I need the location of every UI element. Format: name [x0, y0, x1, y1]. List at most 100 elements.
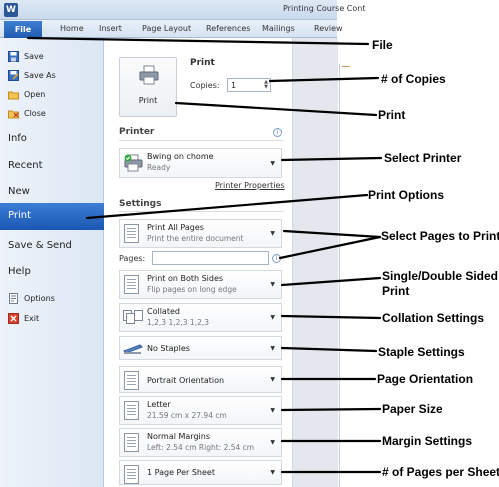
- paper-size-dropdown[interactable]: Letter 21.59 cm x 27.94 cm ▼: [119, 396, 282, 425]
- nav-exit[interactable]: Exit: [8, 313, 39, 324]
- nav-print-label: Print: [8, 210, 32, 221]
- document-pages-icon: [124, 224, 139, 243]
- preview-page-margin-mark: [342, 66, 350, 67]
- staple-label: No Staples: [147, 344, 190, 353]
- chevron-down-icon: ▼: [270, 281, 275, 288]
- nav-save-as[interactable]: Save As: [8, 70, 56, 81]
- print-range-label: Print All Pages: [147, 223, 204, 232]
- orientation-label: Portrait Orientation: [147, 376, 225, 385]
- nav-close[interactable]: Close: [8, 108, 46, 119]
- tab-review[interactable]: Review: [314, 24, 343, 33]
- collation-label: Collated: [147, 307, 180, 316]
- annotation-margins: Margin Settings: [382, 434, 473, 448]
- annotation-select-printer: Select Printer: [384, 151, 462, 165]
- annotation-sides-line2: Print: [382, 284, 410, 298]
- nav-save-send[interactable]: Save & Send: [8, 240, 72, 251]
- annotation-select-pages: Select Pages to Print: [381, 229, 499, 243]
- close-folder-icon: [8, 110, 19, 119]
- chevron-down-icon: ▼: [270, 376, 275, 383]
- print-range-desc: Print the entire document: [147, 234, 244, 243]
- copies-value: 1: [231, 81, 237, 90]
- word-print-backstage-annotated: W Printing Course Cont File Home Insert …: [0, 0, 499, 487]
- paper-size-desc: 21.59 cm x 27.94 cm: [147, 411, 227, 420]
- nav-save[interactable]: Save: [8, 51, 44, 62]
- printer-ready-icon: [124, 154, 143, 172]
- settings-divider: [119, 211, 284, 212]
- annotation-paper: Paper Size: [382, 402, 443, 416]
- printer-dropdown[interactable]: Bwing on chome Ready ▼: [119, 148, 282, 178]
- pages-info-icon[interactable]: i: [272, 254, 281, 263]
- save-icon: [8, 51, 19, 62]
- print-heading: Print: [190, 58, 215, 68]
- tab-home[interactable]: Home: [60, 24, 84, 33]
- print-preview-area: [292, 38, 338, 487]
- chevron-down-icon: ▼: [270, 439, 275, 446]
- print-range-dropdown[interactable]: Print All Pages Print the entire documen…: [119, 219, 282, 248]
- collation-desc: 1,2,3 1,2,3 1,2,3: [147, 318, 210, 327]
- copies-label: Copies:: [190, 81, 220, 90]
- stapler-icon: [123, 344, 143, 354]
- duplex-icon: [124, 275, 139, 294]
- open-folder-icon: [8, 91, 19, 100]
- annotation-print: Print: [378, 108, 406, 122]
- preview-page: [339, 64, 351, 487]
- annotation-orientation: Page Orientation: [377, 372, 474, 386]
- nav-exit-label: Exit: [24, 314, 40, 323]
- printer-status: Ready: [147, 163, 171, 172]
- tab-mailings[interactable]: Mailings: [262, 24, 295, 33]
- nav-save-label: Save: [24, 52, 44, 61]
- pages-label: Pages:: [119, 254, 146, 263]
- word-app-icon[interactable]: W: [4, 3, 18, 17]
- nav-open[interactable]: Open: [8, 89, 45, 100]
- exit-icon: [8, 313, 19, 324]
- pages-input[interactable]: [152, 251, 269, 265]
- nav-save-as-label: Save As: [24, 71, 56, 80]
- printer-name: Bwing on chome: [147, 152, 214, 161]
- save-as-icon: [8, 70, 19, 81]
- backstage-nav: [0, 38, 104, 487]
- tab-references[interactable]: References: [206, 24, 250, 33]
- staple-dropdown[interactable]: No Staples ▼: [119, 336, 282, 360]
- nav-recent[interactable]: Recent: [8, 160, 43, 171]
- printer-info-icon[interactable]: i: [273, 128, 282, 137]
- orientation-dropdown[interactable]: Portrait Orientation ▼: [119, 366, 282, 393]
- portrait-page-icon: [124, 371, 139, 390]
- annotation-copies: # of Copies: [381, 72, 446, 86]
- margins-dropdown[interactable]: Normal Margins Left: 2.54 cm Right: 2.54…: [119, 428, 282, 457]
- duplex-dropdown[interactable]: Print on Both Sides Flip pages on long e…: [119, 270, 282, 299]
- nav-info[interactable]: Info: [8, 133, 27, 144]
- nav-new[interactable]: New: [8, 186, 30, 197]
- tab-file[interactable]: File: [4, 21, 42, 38]
- duplex-label: Print on Both Sides: [147, 274, 224, 283]
- annotation-print-options: Print Options: [368, 188, 444, 202]
- chevron-down-icon: ▼: [270, 345, 275, 352]
- spinner-arrows-icon[interactable]: ▲ ▼: [264, 80, 268, 90]
- print-button-label: Print: [138, 96, 158, 105]
- paper-size-icon: [124, 401, 139, 420]
- copies-stepper[interactable]: 1 ▲ ▼: [227, 78, 271, 92]
- nav-print[interactable]: Print: [0, 203, 104, 230]
- chevron-down-icon: ▼: [270, 469, 275, 476]
- printer-properties-link[interactable]: Printer Properties: [215, 181, 285, 190]
- tab-insert[interactable]: Insert: [99, 24, 122, 33]
- annotation-file: File: [372, 38, 393, 52]
- nav-help[interactable]: Help: [8, 266, 31, 277]
- collated-pages-icon: [123, 310, 143, 324]
- nav-options-label: Options: [24, 294, 55, 303]
- duplex-desc: Flip pages on long edge: [147, 285, 237, 294]
- chevron-down-icon: ▼: [270, 160, 275, 167]
- nav-close-label: Close: [24, 109, 46, 118]
- document-title: Printing Course Cont: [283, 4, 366, 13]
- annotation-staple: Staple Settings: [378, 345, 465, 359]
- pages-per-sheet-dropdown[interactable]: 1 Page Per Sheet ▼: [119, 460, 282, 485]
- pages-per-sheet-label: 1 Page Per Sheet: [147, 468, 215, 477]
- options-icon: [9, 293, 18, 304]
- chevron-down-icon: ▼: [270, 230, 275, 237]
- print-button[interactable]: Print: [119, 57, 177, 117]
- chevron-down-icon: ▼: [270, 314, 275, 321]
- tab-page-layout[interactable]: Page Layout: [142, 24, 191, 33]
- collation-dropdown[interactable]: Collated 1,2,3 1,2,3 1,2,3 ▼: [119, 303, 282, 332]
- nav-options[interactable]: Options: [8, 293, 55, 304]
- annotation-collation: Collation Settings: [382, 311, 484, 325]
- margins-icon: [124, 433, 139, 452]
